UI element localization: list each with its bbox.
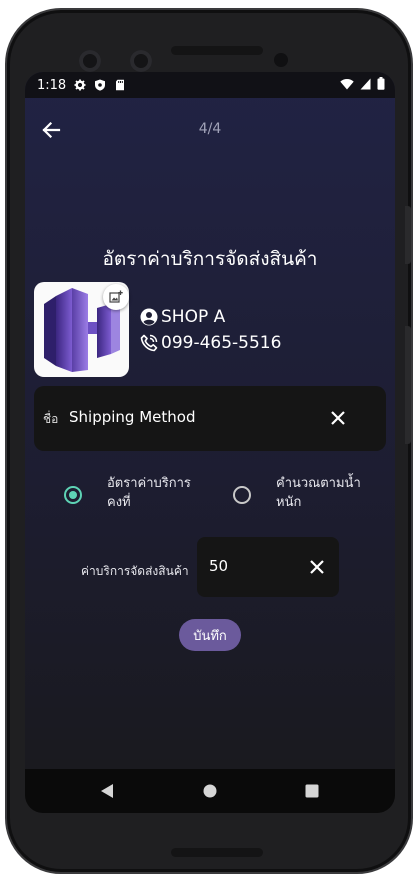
account-circle-icon [140, 308, 158, 326]
shop-phone: 099-465-5516 [161, 333, 282, 353]
radio-weight-based[interactable] [233, 486, 251, 504]
shop-info: SHOP A 099-465-5516 [140, 304, 281, 356]
shop-name-row: SHOP A [140, 304, 281, 330]
shipping-fee-value[interactable]: 50 [209, 557, 228, 575]
front-camera-secondary [130, 50, 152, 72]
status-time: 1:18 [37, 77, 67, 93]
wifi-icon [340, 78, 354, 89]
system-navigation-bar [25, 769, 395, 813]
save-button[interactable]: บันทึก [179, 619, 241, 651]
nav-home-button[interactable] [188, 769, 232, 813]
nav-recents-button[interactable] [290, 769, 334, 813]
circle-home-icon [203, 784, 217, 798]
clear-fee-button[interactable] [306, 556, 328, 578]
app-screen: 1:18 4/4 อัตราค่าบริการจัดส่งสินค้า SHOP… [25, 72, 395, 813]
proximity-sensor [274, 53, 288, 67]
earpiece-speaker [171, 46, 263, 55]
signal-icon [360, 78, 371, 89]
shipping-name-field[interactable]: ชื่อ Shipping Method [34, 386, 386, 451]
shop-phone-row: 099-465-5516 [140, 330, 281, 356]
front-camera [79, 50, 101, 72]
volume-button [405, 326, 411, 444]
square-recents-icon [305, 784, 319, 798]
battery-icon [377, 77, 385, 90]
shipping-fee-label: ค่าบริการจัดส่งสินค้า [81, 564, 189, 578]
close-icon [331, 411, 345, 425]
bottom-speaker [171, 848, 263, 857]
add-photo-icon [109, 290, 123, 303]
radio-fixed-rate-label[interactable]: อัตราค่าบริการ คงที่ [107, 474, 207, 512]
page-title: อัตราค่าบริการจัดส่งสินค้า [102, 248, 318, 270]
rate-type-radio-group: อัตราค่าบริการ คงที่ คำนวณตามน้ำ หนัก [25, 472, 395, 512]
fixed-rate-label: อัตราค่าบริการ คงที่ [107, 476, 191, 510]
status-bar: 1:18 [25, 72, 395, 98]
sd-card-icon [116, 79, 125, 91]
clear-name-button[interactable] [327, 407, 349, 429]
shield-icon [95, 79, 106, 91]
gear-icon [74, 79, 86, 91]
close-icon [310, 560, 324, 574]
radio-fixed-rate[interactable] [64, 486, 82, 504]
weight-based-label: คำนวณตามน้ำ หนัก [276, 476, 361, 510]
power-button [405, 206, 411, 264]
name-field-label: ชื่อ [43, 412, 59, 426]
triangle-back-icon [101, 784, 113, 798]
shop-name: SHOP A [161, 307, 226, 327]
step-indicator: 4/4 [198, 121, 222, 137]
name-field-value[interactable]: Shipping Method [69, 408, 195, 426]
radio-weight-based-label[interactable]: คำนวณตามน้ำ หนัก [276, 474, 376, 512]
shipping-fee-field[interactable]: 50 [197, 537, 339, 597]
edit-image-button[interactable] [103, 284, 129, 310]
nav-back-button[interactable] [85, 769, 129, 813]
phone-call-icon [140, 334, 158, 352]
